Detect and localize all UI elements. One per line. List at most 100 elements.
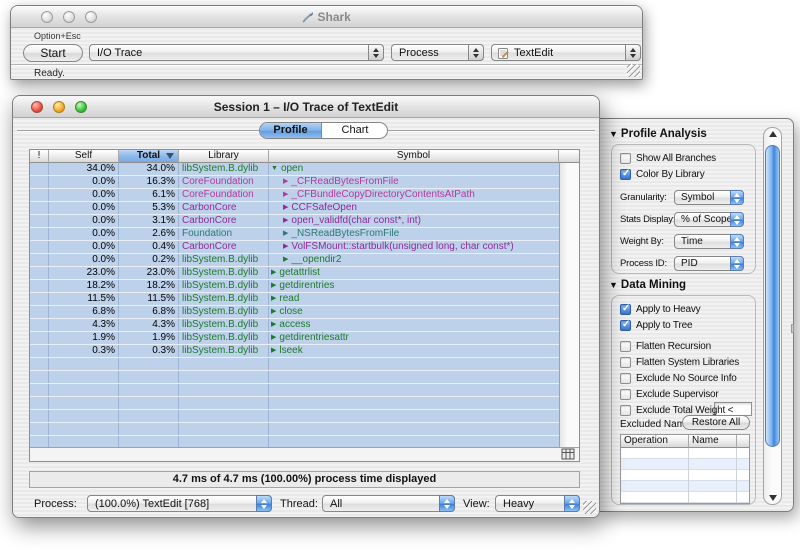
popup-granularity-[interactable]: Symbol [674,190,744,205]
popup-stats-display-[interactable]: % of Scope [674,212,744,227]
cell-total: 0.3% [119,345,179,357]
checkbox-unchecked-icon[interactable] [620,341,631,352]
column-header-self[interactable]: Self [49,150,119,163]
disclosure-right-icon[interactable]: ▶ [283,241,288,253]
table-row[interactable]: 0.0% 3.1% CarbonCore ▶ open_validfd(char con… [30,215,561,228]
checkbox-unchecked-icon[interactable] [620,357,631,368]
column-header-library[interactable]: Library [179,150,269,163]
disclosure-right-icon[interactable]: ▶ [283,254,288,266]
checkbox-checked-icon[interactable] [620,168,631,180]
shark-title-label: Shark [317,10,351,24]
checkbox-apply-to-heavy[interactable]: Apply to Heavy [620,303,701,316]
tab-profile[interactable]: Profile [260,123,322,138]
profile-analysis-header[interactable]: ▼ Profile Analysis [609,128,707,140]
table-row[interactable]: 34.0% 34.0% libSystem.B.dylib ▼ open [30,163,561,176]
disclosure-right-icon[interactable]: ▶ [283,189,288,201]
excluded-cell-operation [621,459,689,470]
tab-chart[interactable]: Chart [322,123,387,138]
checkbox-exclude-total-weight-[interactable]: Exclude Total Weight < [620,404,733,417]
excluded-cell-name [689,459,737,470]
start-button[interactable]: Start [23,44,83,62]
disclosure-right-icon[interactable]: ▶ [283,176,288,188]
popup-label: Stats Display: [620,214,676,225]
disclosure-right-icon[interactable]: ▶ [283,228,288,240]
drawer-scrollbar-thumb[interactable] [765,145,780,447]
data-mining-header[interactable]: ▼ Data Mining [609,279,686,291]
checkbox-flatten-recursion[interactable]: Flatten Recursion [620,340,711,353]
session-resize-grip[interactable] [583,501,596,514]
disclosure-down-icon[interactable]: ▼ [271,163,278,175]
shark-dart-icon [302,12,314,23]
checkbox-unchecked-icon[interactable] [620,153,631,164]
checkbox-exclude-no-source-info[interactable]: Exclude No Source Info [620,372,737,385]
table-row[interactable]: 0.0% 5.3% CarbonCore ▶ CCFSafeOpen [30,202,561,215]
cell-symbol [269,410,561,422]
column-header-symbol[interactable]: Symbol [269,150,559,163]
view-select[interactable]: Heavy [495,495,580,512]
disclosure-right-icon[interactable]: ▶ [271,267,276,279]
table-row[interactable]: 1.9% 1.9% libSystem.B.dylib ▶ getdirentriesa… [30,332,561,345]
table-row[interactable]: 23.0% 23.0% libSystem.B.dylib ▶ getattrlist [30,267,561,280]
disclosure-down-icon[interactable]: ▼ [609,129,618,139]
disclosure-right-icon[interactable]: ▶ [271,345,276,357]
checkbox-exclude-supervisor[interactable]: Exclude Supervisor [620,388,719,401]
excluded-names-table-body [621,448,749,503]
thread-select[interactable]: All [322,495,455,512]
disclosure-right-icon[interactable]: ▶ [271,319,276,331]
target-type-select[interactable]: Process [391,44,484,61]
disclosure-right-icon[interactable]: ▶ [271,332,276,344]
checkbox-flatten-system-libraries[interactable]: Flatten System Libraries [620,356,739,369]
drawer-resize-dimple[interactable] [791,324,794,333]
table-row[interactable]: 6.8% 6.8% libSystem.B.dylib ▶ close [30,306,561,319]
target-select[interactable]: TextEdit [491,44,641,61]
table-row[interactable]: 0.3% 0.3% libSystem.B.dylib ▶ lseek [30,345,561,358]
drawer-scrollbar[interactable] [763,127,782,505]
disclosure-right-icon[interactable]: ▶ [283,215,288,227]
disclosure-right-icon[interactable]: ▶ [271,293,276,305]
table-vertical-scrollbar[interactable] [559,163,579,447]
cell-exclamation [30,215,49,227]
table-row[interactable]: 0.0% 16.3% CoreFoundation ▶ _CFReadBytesFrom… [30,176,561,189]
checkbox-color-by-library[interactable]: Color By Library [620,168,705,181]
column-header-total[interactable]: Total [119,150,179,163]
column-header-exclamation[interactable]: ! [30,150,49,163]
table-row[interactable]: 0.0% 6.1% CoreFoundation ▶ _CFBundleCopyDire… [30,189,561,202]
checkbox-unchecked-icon[interactable] [620,373,631,384]
table-row[interactable]: 0.0% 2.6% Foundation ▶ _NSReadBytesFromFile [30,228,561,241]
table-row[interactable]: 4.3% 4.3% libSystem.B.dylib ▶ access [30,319,561,332]
cell-symbol: ▶ close [269,306,561,318]
popup-value: Time [681,236,703,247]
excluded-cell-name [689,470,737,481]
disclosure-right-icon[interactable]: ▶ [271,306,276,318]
cell-symbol: ▶ CCFSafeOpen [269,202,561,214]
shark-titlebar[interactable]: Shark [11,6,642,28]
disclosure-right-icon[interactable]: ▶ [283,202,288,214]
checkbox-unchecked-icon[interactable] [620,389,631,400]
table-row[interactable]: 0.0% 0.2% libSystem.B.dylib ▶ __opendir2 [30,254,561,267]
session-titlebar[interactable]: Session 1 – I/O Trace of TextEdit [13,96,599,118]
disclosure-right-icon[interactable]: ▶ [271,280,276,292]
checkbox-show-all-branches[interactable]: Show All Branches [620,152,716,165]
shark-resize-grip[interactable] [627,64,640,77]
popup-weight-by-[interactable]: Time [674,234,744,249]
process-select[interactable]: (100.0%) TextEdit [768] [87,495,272,512]
checkbox-apply-to-tree[interactable]: Apply to Tree [620,319,693,332]
checkbox-checked-icon[interactable] [620,303,631,315]
table-row[interactable]: 0.0% 0.4% CarbonCore ▶ VolFSMount::startbulk… [30,241,561,254]
scroll-up-icon[interactable] [764,131,781,137]
config-select[interactable]: I/O Trace [89,44,384,61]
checkbox-checked-icon[interactable] [620,319,631,331]
table-row[interactable]: 11.5% 11.5% libSystem.B.dylib ▶ read [30,293,561,306]
restore-all-button[interactable]: Restore All [682,415,750,430]
table-row[interactable]: 18.2% 18.2% libSystem.B.dylib ▶ getdirentrie… [30,280,561,293]
cell-library [179,358,269,370]
disclosure-down-icon[interactable]: ▼ [609,280,618,290]
popup-process-id-[interactable]: PID [674,256,744,271]
table-columns-icon[interactable] [561,448,575,460]
scroll-down-icon[interactable] [764,495,781,501]
column-header-name[interactable]: Name [689,435,737,448]
table-horizontal-scrollbar[interactable] [30,447,579,461]
symbol-label: getdirentries [279,280,335,291]
column-header-operation[interactable]: Operation [621,435,689,448]
checkbox-unchecked-icon[interactable] [620,405,631,416]
